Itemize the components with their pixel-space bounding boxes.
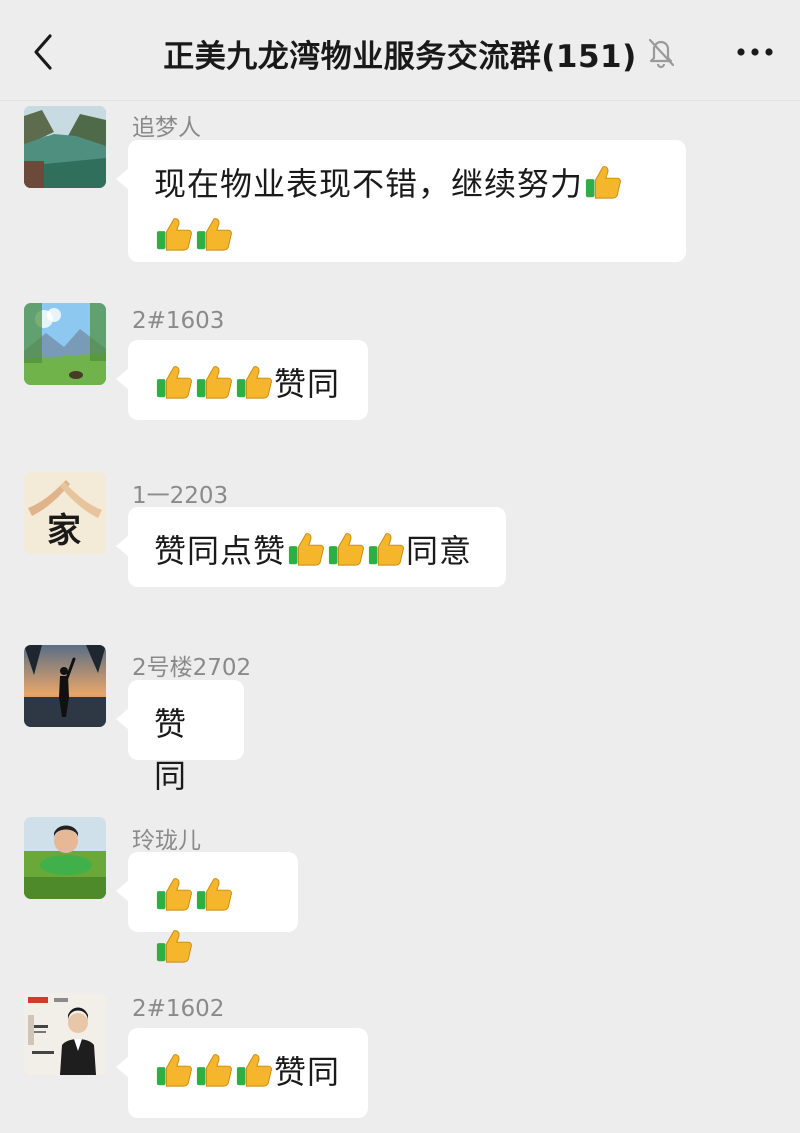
thumbs-up-icon	[585, 166, 621, 199]
message-text: 赞同	[154, 705, 188, 795]
thumbs-up-icon	[368, 533, 404, 566]
message-bubble[interactable]	[116, 852, 298, 963]
thumbs-up-icon	[196, 366, 232, 399]
child-on-grass-avatar[interactable]	[24, 817, 106, 899]
sender-name: 追梦人	[132, 115, 201, 141]
chevron-left-icon	[34, 34, 52, 70]
message-bubble[interactable]: 赞同	[116, 340, 368, 420]
message-text: 赞同点赞 同意	[154, 532, 473, 570]
message-bubble[interactable]: 赞同	[116, 680, 244, 795]
message-text: 赞同	[154, 1053, 340, 1091]
thumbs-up-icon	[236, 366, 272, 399]
message-bubble[interactable]: 现在物业表现不错，继续努力	[116, 140, 686, 262]
sender-name: 2号楼2702	[132, 655, 252, 681]
family-character-avatar[interactable]: 家	[24, 472, 106, 554]
thumbs-up-icon	[196, 878, 232, 911]
more-dots-icon	[737, 48, 773, 56]
thumbs-up-icon	[328, 533, 364, 566]
sender-name: 2#1602	[132, 996, 225, 1022]
sender-name: 1一2203	[132, 483, 229, 509]
thumbs-up-icon	[156, 930, 192, 963]
sunset-silhouette-avatar[interactable]	[24, 645, 106, 727]
sender-name: 2#1603	[132, 308, 225, 334]
bell-off-icon	[644, 34, 678, 70]
business-card-avatar[interactable]	[24, 993, 106, 1075]
thumbs-up-icon	[236, 1054, 272, 1087]
message-text: 现在物业表现不错，继续努力	[154, 165, 623, 255]
thumbs-up-icon	[196, 1054, 232, 1087]
mountain-meadow-avatar[interactable]	[24, 303, 106, 385]
thumbs-up-icon	[156, 1054, 192, 1087]
sender-name: 玲珑儿	[132, 828, 201, 854]
title-wrap: 正美九龙湾物业服务交流群(151)	[120, 30, 680, 76]
thumbs-up-icon	[156, 878, 192, 911]
more-button[interactable]	[730, 38, 780, 66]
thumbs-up-icon	[196, 218, 232, 251]
chat-title: 正美九龙湾物业服务交流群(151)	[163, 38, 637, 75]
thumbs-up-icon	[156, 218, 192, 251]
thumbs-up-icon	[156, 366, 192, 399]
thumbs-up-icon	[288, 533, 324, 566]
message-bubble[interactable]: 赞同点赞 同意	[116, 507, 506, 587]
message-text: 赞同	[154, 365, 340, 403]
back-button[interactable]	[22, 28, 66, 76]
message-bubble[interactable]: 赞同	[116, 1028, 368, 1118]
landscape-river-avatar[interactable]	[24, 106, 106, 188]
chat-header: 正美九龙湾物业服务交流群(151)	[0, 0, 800, 101]
message-text	[154, 877, 234, 967]
svg-text:家: 家	[47, 511, 81, 551]
